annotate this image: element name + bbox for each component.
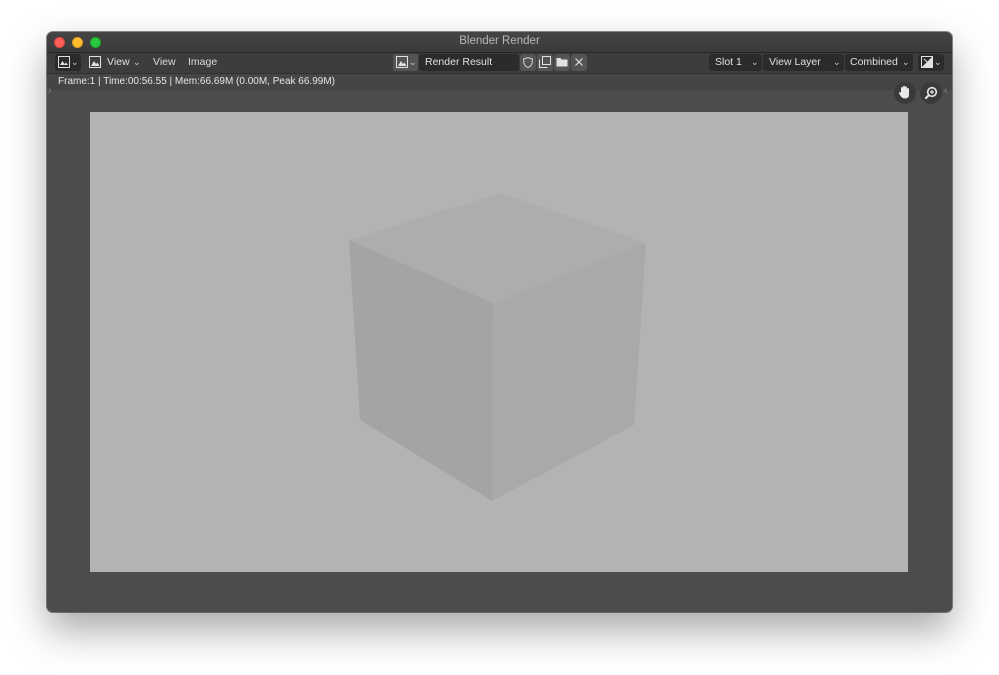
image-browse-icon [396,56,408,68]
render-result-image[interactable] [90,112,908,572]
image-editor-icon [58,56,70,68]
view-layer-label: View Layer [769,56,821,68]
render-slot-label: Slot 1 [715,56,742,68]
menu-view[interactable]: View [153,54,176,71]
shield-icon [523,57,533,68]
close-icon [575,58,583,66]
view-layer-dropdown[interactable]: View Layer ⌄ [763,54,844,71]
display-channels-dropdown[interactable]: ⌄ [918,54,944,71]
rendered-cube [349,193,646,501]
fake-user-button[interactable] [520,54,536,71]
title-bar: Blender Render [47,32,952,53]
browse-image-dropdown[interactable]: ⌄ [393,54,418,71]
menu-image[interactable]: Image [188,54,217,71]
new-image-button[interactable] [537,54,553,71]
render-slot-dropdown[interactable]: Slot 1 ⌄ [709,54,762,71]
render-pass-dropdown[interactable]: Combined ⌄ [845,54,913,71]
blender-window: Blender Render ⌄ View ⌄ View Image ⌄ Ren… [47,32,952,612]
sidebar-expand-arrow-icon[interactable]: ‹ [944,85,947,96]
render-pass-label: Combined [850,56,898,68]
view-mode-label: View [107,56,130,68]
render-stats-text: Frame:1 | Time:00:56.55 | Mem:66.69M (0.… [58,76,335,87]
window-title: Blender Render [459,35,540,47]
zoom-icon [924,86,938,100]
open-image-button[interactable] [554,54,570,71]
image-view-icon [89,56,101,68]
folder-icon [556,58,568,67]
hand-icon [898,85,909,99]
view-mode-dropdown[interactable]: View ⌄ [88,54,142,71]
zoom-view-button[interactable] [920,82,942,104]
unlink-image-button[interactable] [571,54,587,71]
image-editor-header: ⌄ View ⌄ View Image ⌄ Render Result Slot… [47,53,952,74]
render-info-bar: Frame:1 | Time:00:56.55 | Mem:66.69M (0.… [47,74,952,90]
image-name-field[interactable]: Render Result [419,54,519,71]
editor-type-dropdown[interactable]: ⌄ [55,54,81,71]
toolbar-expand-arrow-icon[interactable]: › [48,85,51,96]
display-channels-icon [921,56,933,68]
pan-view-button[interactable] [894,82,916,104]
duplicate-icon [539,56,551,68]
